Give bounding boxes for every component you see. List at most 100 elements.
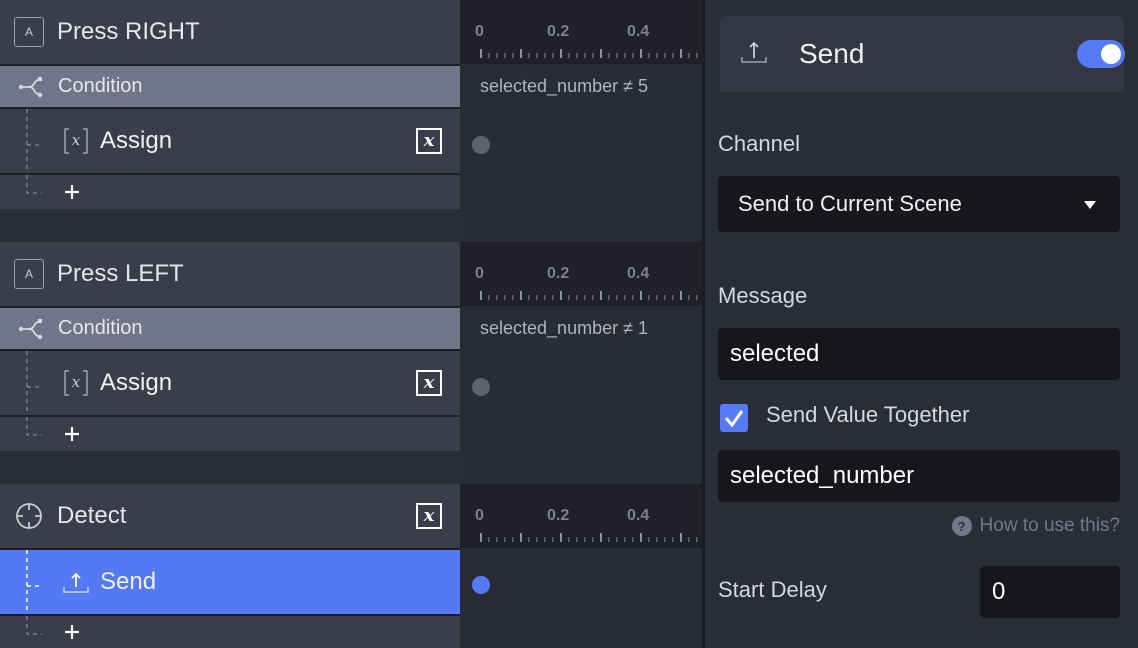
ruler-minor-tick xyxy=(664,537,666,542)
ruler-major-tick xyxy=(480,291,482,300)
keyframe-dot-selected[interactable] xyxy=(472,576,490,594)
ruler-minor-tick xyxy=(648,537,650,542)
ruler-minor-tick xyxy=(688,537,690,542)
plus-icon[interactable] xyxy=(64,624,80,640)
ruler-minor-tick xyxy=(672,295,674,300)
condition-row[interactable]: Condition xyxy=(0,66,460,107)
ruler-minor-tick xyxy=(536,53,538,58)
time-ruler[interactable]: 0 0.2 0.4 xyxy=(460,242,702,306)
action-label: Assign xyxy=(100,127,173,154)
variable-badge-icon[interactable]: x xyxy=(416,503,442,529)
upload-icon xyxy=(741,41,767,63)
ruler-major-tick xyxy=(520,49,522,58)
ruler-minor-tick xyxy=(696,53,698,58)
add-action-row[interactable] xyxy=(0,417,460,451)
ruler-minor-tick xyxy=(592,53,594,58)
key-icon: A xyxy=(14,259,44,289)
action-row-send[interactable]: Send xyxy=(0,550,460,614)
condition-row[interactable]: Condition xyxy=(0,308,460,349)
trigger-row-press-right[interactable]: A Press RIGHT xyxy=(0,0,460,64)
ruler-major-tick xyxy=(480,533,482,542)
start-delay-input[interactable]: 0 xyxy=(980,566,1120,618)
trigger-label: Press RIGHT xyxy=(57,18,200,45)
trigger-label: Press LEFT xyxy=(57,260,184,287)
ruler-minor-tick xyxy=(504,53,506,58)
ruler-minor-tick xyxy=(696,295,698,300)
ruler-minor-tick xyxy=(576,295,578,300)
variable-badge-icon[interactable]: x xyxy=(416,370,442,396)
ruler-major-tick xyxy=(560,533,562,542)
value-variable: selected_number xyxy=(730,462,915,489)
variable-badge-icon[interactable]: x xyxy=(416,128,442,154)
timeline: 0 0.2 0.4 selected_number ≠ 5 0 0.2 0.4 … xyxy=(460,0,702,648)
channel-select[interactable]: Send to Current Scene xyxy=(718,176,1120,232)
start-delay-value: 0 xyxy=(992,578,1006,605)
action-label: Assign xyxy=(100,369,173,396)
ruler-minor-tick xyxy=(544,537,546,542)
ruler-major-tick xyxy=(600,533,602,542)
ruler-minor-tick xyxy=(616,537,618,542)
plus-icon[interactable] xyxy=(64,184,80,200)
help-link[interactable]: ? How to use this? xyxy=(951,515,1120,537)
ruler-minor-tick xyxy=(544,295,546,300)
send-value-checkbox[interactable] xyxy=(720,404,748,432)
time-ruler[interactable]: 0 0.2 0.4 xyxy=(460,0,702,64)
ruler-minor-tick xyxy=(496,53,498,58)
value-variable-input[interactable]: selected_number xyxy=(718,450,1120,502)
ruler-minor-tick xyxy=(584,295,586,300)
crosshair-icon xyxy=(16,503,42,529)
ruler-minor-tick xyxy=(512,295,514,300)
message-input[interactable]: selected xyxy=(718,328,1120,380)
keyframe-dot[interactable] xyxy=(472,378,490,396)
ruler-major-tick xyxy=(640,291,642,300)
ruler-ticks xyxy=(480,49,698,58)
ruler-minor-tick xyxy=(512,53,514,58)
ruler-minor-tick xyxy=(656,295,658,300)
ruler-major-tick xyxy=(560,49,562,58)
keyframe-dot[interactable] xyxy=(472,136,490,154)
ruler-major-tick xyxy=(560,291,562,300)
ruler-minor-tick xyxy=(608,53,610,58)
help-text: How to use this? xyxy=(979,515,1120,536)
ruler-minor-tick xyxy=(576,53,578,58)
upload-icon xyxy=(63,572,89,593)
ruler-minor-tick xyxy=(584,53,586,58)
tree-connector xyxy=(26,175,42,194)
action-row-assign[interactable]: x Assign x xyxy=(0,351,460,415)
start-delay-label: Start Delay xyxy=(718,577,827,602)
ruler-ticks xyxy=(480,291,698,300)
ruler-minor-tick xyxy=(632,295,634,300)
trigger-row-detect[interactable]: Detect x xyxy=(0,484,460,548)
action-row-assign[interactable]: x Assign x xyxy=(0,109,460,173)
ruler-minor-tick xyxy=(616,53,618,58)
add-action-row[interactable] xyxy=(0,616,460,648)
ruler-ticks xyxy=(480,533,698,542)
ruler-minor-tick xyxy=(592,295,594,300)
event-tree: A Press RIGHT Condition x Assign x A Pre… xyxy=(0,0,460,648)
ruler-major-tick xyxy=(600,49,602,58)
tree-connector xyxy=(26,109,42,173)
ruler-minor-tick xyxy=(584,537,586,542)
ruler-minor-tick xyxy=(552,295,554,300)
ruler-minor-tick xyxy=(664,295,666,300)
ruler-minor-tick xyxy=(608,537,610,542)
ruler-minor-tick xyxy=(568,53,570,58)
key-icon: A xyxy=(14,17,44,47)
ruler-minor-tick xyxy=(664,53,666,58)
ruler-minor-tick xyxy=(696,537,698,542)
ruler-major-tick xyxy=(640,533,642,542)
ruler-major-tick xyxy=(680,291,682,300)
plus-icon[interactable] xyxy=(64,426,80,442)
trigger-row-press-left[interactable]: A Press LEFT xyxy=(0,242,460,306)
ruler-minor-tick xyxy=(488,537,490,542)
add-action-row[interactable] xyxy=(0,175,460,209)
ruler-minor-tick xyxy=(632,537,634,542)
svg-text:x: x xyxy=(72,373,81,391)
ruler-minor-tick xyxy=(688,53,690,58)
variable-bracket-icon: x xyxy=(64,370,88,396)
enable-toggle[interactable] xyxy=(1077,40,1125,68)
message-value: selected xyxy=(730,340,820,367)
time-ruler[interactable]: 0 0.2 0.4 xyxy=(460,484,702,548)
ruler-minor-tick xyxy=(528,53,530,58)
ruler-minor-tick xyxy=(608,295,610,300)
